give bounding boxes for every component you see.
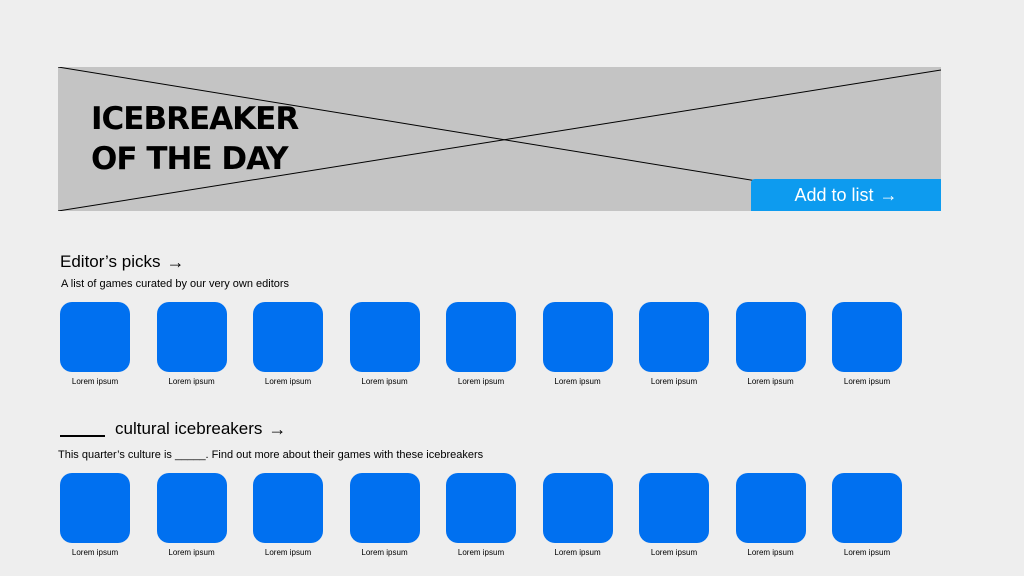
game-tile[interactable]: Lorem ipsum	[253, 302, 323, 386]
game-tile[interactable]: Lorem ipsum	[156, 302, 227, 386]
game-tile-icon	[349, 302, 420, 372]
game-tile-label: Lorem ipsum	[264, 377, 312, 386]
game-tile[interactable]: Lorem ipsum	[735, 473, 806, 557]
game-tile-icon	[253, 473, 323, 543]
game-tile-icon	[735, 302, 806, 372]
game-tile[interactable]: Lorem ipsum	[542, 473, 613, 557]
game-tile-icon	[735, 473, 806, 543]
arrow-right-icon: →	[268, 419, 287, 439]
hero-title-line-2: OF THE DAY	[91, 141, 289, 177]
game-tile-label: Lorem ipsum	[168, 548, 215, 557]
arrow-right-icon: →	[879, 185, 898, 205]
game-tile-label: Lorem ipsum	[168, 377, 215, 386]
game-tile-label: Lorem ipsum	[361, 548, 408, 557]
game-tile-label: Lorem ipsum	[71, 548, 119, 557]
game-tile[interactable]: Lorem ipsum	[735, 302, 806, 386]
game-tile-label: Lorem ipsum	[747, 377, 794, 386]
game-tile-icon	[639, 473, 709, 543]
game-tile[interactable]: Lorem ipsum	[156, 473, 227, 557]
game-tile[interactable]: Lorem ipsum	[446, 473, 516, 557]
game-tile[interactable]: Lorem ipsum	[639, 302, 709, 386]
game-tile-label: Lorem ipsum	[747, 548, 794, 557]
game-tile-label: Lorem ipsum	[843, 377, 891, 386]
hero-banner: ICEBREAKER OF THE DAY Add to list →	[58, 67, 941, 211]
hero-title: ICEBREAKER OF THE DAY	[91, 99, 299, 179]
game-tile-icon	[446, 473, 516, 543]
cultural-icebreakers-heading[interactable]: cultural icebreakers →	[60, 419, 286, 439]
game-tile[interactable]: Lorem ipsum	[542, 302, 613, 386]
game-tile-label: Lorem ipsum	[457, 377, 505, 386]
game-tile-label: Lorem ipsum	[457, 548, 505, 557]
game-tile-icon	[156, 302, 227, 372]
editors-picks-row: Lorem ipsum Lorem ipsum Lorem ipsum Lore…	[60, 302, 902, 386]
add-to-list-button[interactable]: Add to list →	[751, 179, 941, 211]
editors-picks-description: A list of games curated by our very own …	[61, 278, 290, 290]
game-tile-icon	[832, 302, 902, 372]
cultural-icebreakers-title: cultural icebreakers	[115, 419, 263, 438]
game-tile-icon	[542, 302, 613, 372]
game-tile-label: Lorem ipsum	[264, 548, 312, 557]
game-tile[interactable]: Lorem ipsum	[253, 473, 323, 557]
game-tile[interactable]: Lorem ipsum	[349, 473, 420, 557]
game-tile-label: Lorem ipsum	[554, 377, 601, 386]
game-tile-icon	[156, 473, 227, 543]
game-tile[interactable]: Lorem ipsum	[349, 302, 420, 386]
game-tile-icon	[542, 473, 613, 543]
game-tile-icon	[253, 302, 323, 372]
game-tile-icon	[446, 302, 516, 372]
game-tile-label: Lorem ipsum	[361, 377, 408, 386]
game-tile-label: Lorem ipsum	[650, 548, 698, 557]
game-tile-icon	[60, 473, 130, 543]
game-tile[interactable]: Lorem ipsum	[60, 473, 130, 557]
arrow-right-icon: →	[166, 252, 185, 272]
hero-title-line-1: ICEBREAKER	[91, 101, 299, 137]
game-tile[interactable]: Lorem ipsum	[832, 473, 902, 557]
cultural-icebreakers-description: This quarter’s culture is _____. Find ou…	[58, 449, 484, 461]
game-tile-label: Lorem ipsum	[71, 377, 119, 386]
editors-picks-title: Editor’s picks	[60, 252, 161, 271]
game-tile-icon	[349, 473, 420, 543]
editors-picks-heading[interactable]: Editor’s picks →	[60, 252, 184, 272]
blank-line	[60, 421, 105, 437]
cultural-icebreakers-row: Lorem ipsum Lorem ipsum Lorem ipsum Lore…	[60, 473, 902, 557]
game-tile[interactable]: Lorem ipsum	[446, 302, 516, 386]
game-tile[interactable]: Lorem ipsum	[60, 302, 130, 386]
game-tile-label: Lorem ipsum	[843, 548, 891, 557]
game-tile[interactable]: Lorem ipsum	[639, 473, 709, 557]
game-tile-label: Lorem ipsum	[554, 548, 601, 557]
game-tile-icon	[60, 302, 130, 372]
game-tile-label: Lorem ipsum	[650, 377, 698, 386]
add-to-list-label: Add to list	[794, 184, 874, 205]
game-tile-icon	[639, 302, 709, 372]
game-tile[interactable]: Lorem ipsum	[832, 302, 902, 386]
game-tile-icon	[832, 473, 902, 543]
